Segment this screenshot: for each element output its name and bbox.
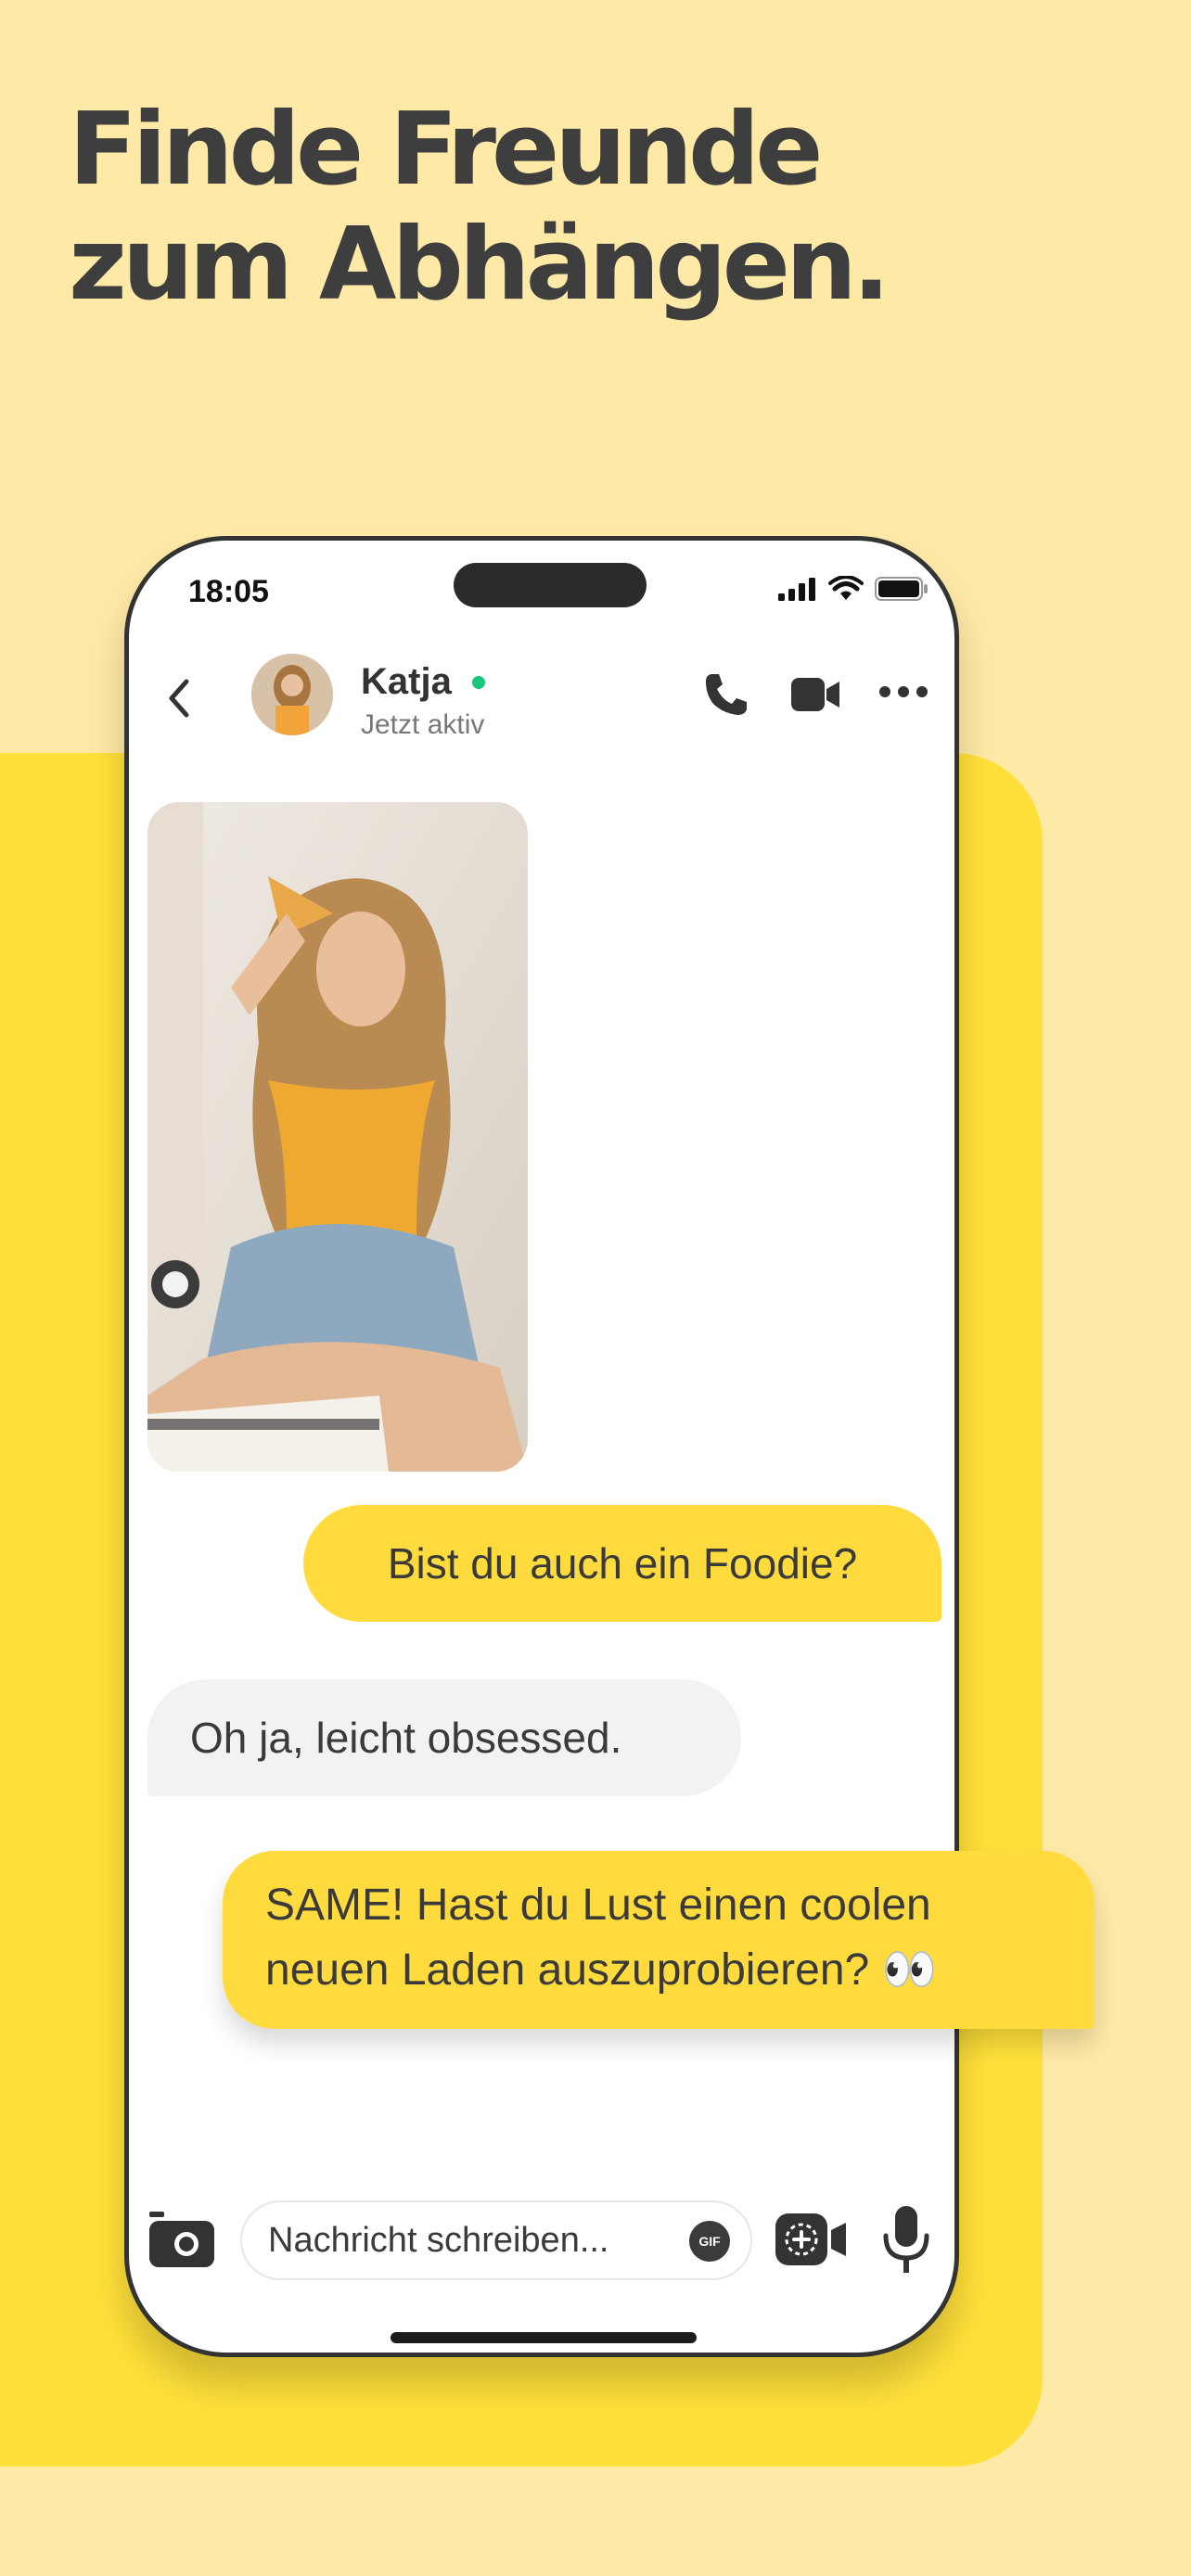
cellular-signal-icon (778, 578, 815, 601)
wifi-icon (828, 576, 864, 600)
message-sent-2: SAME! Hast du Lust einen coolen neuen La… (223, 1851, 1095, 2029)
message-sent-1: Bist du auch ein Foodie? (303, 1505, 941, 1622)
phone-frame: 18:05 Katja Jetzt aktiv Bist du auch ein… (124, 536, 959, 2357)
chat-header: Katja Jetzt aktiv (129, 643, 954, 745)
message-sent-2-line-1: SAME! Hast du Lust einen coolen (265, 1881, 931, 1930)
message-input[interactable]: Nachricht schreiben... GIF (240, 2200, 752, 2280)
camera-icon[interactable] (147, 2210, 216, 2269)
headline-line-2: zum Abhängen. (69, 207, 890, 323)
message-sent-2-line-2: neuen Laden auszuprobieren? 👀 (265, 1945, 938, 1995)
headline-line-1: Finde Freunde (69, 92, 824, 208)
microphone-icon[interactable] (878, 2202, 934, 2276)
dynamic-island (454, 563, 647, 607)
gif-button[interactable]: GIF (689, 2221, 730, 2262)
contact-name: Katja (361, 661, 452, 702)
status-icons (778, 576, 928, 602)
video-call-icon[interactable] (789, 674, 841, 715)
contact-status: Jetzt aktiv (361, 709, 485, 740)
more-options-icon[interactable] (878, 685, 928, 698)
back-chevron-icon[interactable] (166, 678, 192, 719)
composer-bar: Nachricht schreiben... GIF (129, 2187, 954, 2289)
headline: Finde Freunde zum Abhängen. (69, 92, 890, 323)
phone-call-icon[interactable] (702, 670, 750, 719)
shared-photo[interactable] (147, 802, 528, 1472)
battery-icon (875, 577, 928, 601)
video-note-icon[interactable] (774, 2210, 848, 2269)
contact-avatar[interactable] (251, 654, 333, 735)
home-indicator (391, 2332, 697, 2343)
message-received-1: Oh ja, leicht obsessed. (147, 1679, 741, 1796)
online-indicator (472, 676, 485, 689)
message-placeholder: Nachricht schreiben... (268, 2221, 609, 2260)
status-time: 18:05 (188, 574, 269, 609)
